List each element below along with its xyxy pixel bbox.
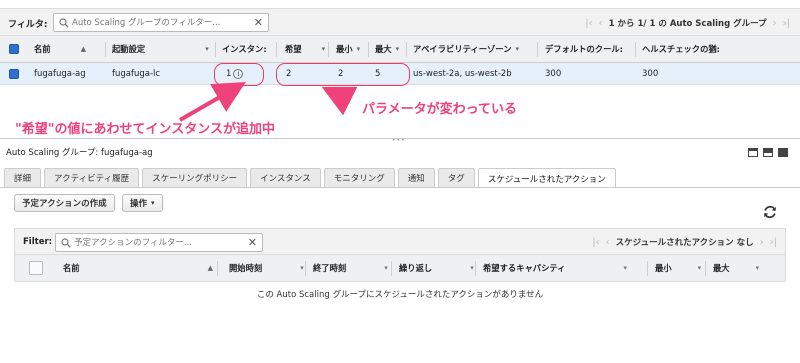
filter-label: フィルタ:: [8, 20, 48, 30]
next-page-icon[interactable]: ›: [773, 18, 777, 29]
col-launch-config[interactable]: 起動設定 ▾: [112, 36, 209, 62]
col-default-cooldown[interactable]: デフォルトのクール:: [545, 36, 630, 62]
chevron-down-icon: ▾: [205, 45, 209, 53]
groups-table-header: 名前 ▲ 起動設定 ▾ インスタン: 希望 ▾ 最小 ▾ 最大 ▾ アベイラビリティーゾー…: [0, 36, 800, 63]
group-search-input[interactable]: [72, 16, 242, 30]
layout-split-icon[interactable]: [763, 148, 773, 157]
row-cooldown: 300: [545, 68, 562, 79]
empty-message: この Auto Scaling グループにスケジュールされたアクションがありませ…: [256, 290, 544, 300]
create-scheduled-action-button[interactable]: 予定アクションの作成: [14, 194, 115, 212]
pager-text: 1 から 1/ 1 の Auto Scaling グループ: [608, 19, 767, 29]
layout-bottom-icon[interactable]: [778, 148, 788, 157]
refresh-icon[interactable]: [762, 204, 778, 220]
chevron-down-icon: ▾: [395, 45, 400, 53]
actions-button[interactable]: 操作 ▾: [122, 194, 163, 212]
col-start-time[interactable]: 開始時刻 ▾: [229, 255, 304, 281]
col-recurrence[interactable]: 繰り返し ▾: [399, 255, 474, 281]
detail-title: Auto Scaling グループ: fugafuga-ag: [6, 148, 153, 158]
tab-instances[interactable]: インスタンス: [250, 168, 321, 187]
scheduled-pager: |‹ ‹ スケジュールされたアクション なし › ›|: [592, 235, 777, 249]
prev-page-icon[interactable]: ‹: [599, 18, 603, 29]
search-icon: [61, 238, 71, 248]
col-availability-zones[interactable]: アベイラビリティーゾーン ▾: [413, 36, 519, 62]
instances-added-note: "希望"の値にあわせてインスタンスが追加中: [15, 122, 276, 137]
scheduled-search-box[interactable]: ✕: [55, 233, 263, 252]
group-search-box[interactable]: ✕: [53, 13, 269, 32]
last-page-icon[interactable]: ›|: [770, 237, 777, 248]
next-page-icon[interactable]: ›: [760, 237, 764, 248]
tab-scheduled-actions[interactable]: スケジュールされたアクション: [477, 168, 616, 188]
row-zones: us-west-2a, us-west-2b: [413, 68, 512, 79]
select-all-checkbox[interactable]: [29, 255, 43, 281]
pager-text: スケジュールされたアクション なし: [615, 238, 754, 248]
tab-details[interactable]: 詳細: [4, 168, 42, 187]
col-min[interactable]: 最小 ▾: [336, 36, 360, 62]
chevron-down-icon: ▾: [300, 264, 304, 272]
sort-asc-icon: ▲: [207, 264, 213, 272]
row-checkbox[interactable]: [9, 63, 19, 84]
chevron-down-icon: ▾: [623, 264, 627, 272]
tab-tags[interactable]: タグ: [437, 168, 475, 187]
tab-scaling-policies[interactable]: スケーリングポリシー: [142, 168, 248, 187]
instances-highlight: [214, 63, 264, 86]
chevron-down-icon: ▾: [356, 45, 361, 53]
chevron-down-icon: ▾: [151, 199, 155, 207]
params-highlight: [276, 63, 410, 86]
clear-icon[interactable]: ✕: [254, 16, 263, 29]
scheduled-filter-bar: Filter: ✕ |‹ ‹ スケジュールされたアクション なし › ›|: [14, 228, 786, 255]
row-name: fugafuga-ag: [34, 68, 86, 79]
col-instances[interactable]: インスタン:: [222, 36, 270, 62]
chevron-down-icon: ▾: [321, 45, 326, 53]
row-launch-config: fugafuga-lc: [112, 68, 161, 79]
first-page-icon[interactable]: |‹: [585, 18, 592, 29]
scheduled-search-input[interactable]: [74, 236, 244, 250]
scheduled-table-header: 名前 ▲ 開始時刻 ▾ 終了時刻 ▾ 繰り返し ▾ 希望するキャパシティ ▾ 最小 ▾ 最大…: [14, 255, 786, 282]
select-all-checkbox[interactable]: [9, 36, 19, 62]
chevron-down-icon: ▾: [697, 264, 702, 272]
last-page-icon[interactable]: ›|: [783, 18, 790, 29]
chevron-down-icon: ▾: [515, 45, 520, 53]
layout-icons: [748, 148, 788, 157]
col-desired-capacity[interactable]: 希望するキャパシティ ▾: [483, 255, 627, 281]
row-health-grace: 300: [642, 68, 659, 79]
sort-asc-icon: ▲: [80, 45, 86, 53]
tab-monitoring[interactable]: モニタリング: [323, 168, 395, 187]
col-end-time[interactable]: 終了時刻 ▾: [313, 255, 388, 281]
col-desired[interactable]: 希望 ▾: [285, 36, 325, 62]
detail-tabs: 詳細 アクティビティ履歴 スケーリングポリシー インスタンス モニタリング 通知…: [4, 168, 616, 188]
chevron-down-icon: ▾: [470, 264, 474, 272]
prev-page-icon[interactable]: ‹: [606, 237, 610, 248]
tab-notifications[interactable]: 通知: [397, 168, 435, 187]
first-page-icon[interactable]: |‹: [592, 237, 599, 248]
col-max[interactable]: 最大 ▾: [713, 255, 759, 281]
col-health-check-grace[interactable]: ヘルスチェックの猶:: [642, 36, 727, 62]
tabs-underline: [0, 187, 800, 188]
search-icon: [59, 18, 69, 28]
chevron-down-icon: ▾: [755, 264, 760, 272]
filter-label: Filter:: [23, 237, 53, 247]
pager: |‹ ‹ 1 から 1/ 1 の Auto Scaling グループ › ›|: [585, 16, 790, 30]
col-max[interactable]: 最大 ▾: [375, 36, 399, 62]
resize-grip-icon[interactable]: •••: [392, 138, 406, 144]
chevron-down-icon: ▾: [384, 264, 388, 272]
col-name[interactable]: 名前 ▲: [34, 36, 86, 62]
clear-icon[interactable]: ✕: [248, 236, 257, 249]
col-min[interactable]: 最小 ▾: [655, 255, 701, 281]
col-name[interactable]: 名前 ▲: [63, 255, 213, 281]
params-changed-note: パラメータが変わっている: [362, 102, 517, 117]
tab-activity-history[interactable]: アクティビティ履歴: [44, 168, 140, 187]
layout-top-icon[interactable]: [748, 148, 758, 157]
filter-bar: フィルタ: ✕ |‹ ‹ 1 から 1/ 1 の Auto Scaling グル…: [0, 8, 800, 36]
